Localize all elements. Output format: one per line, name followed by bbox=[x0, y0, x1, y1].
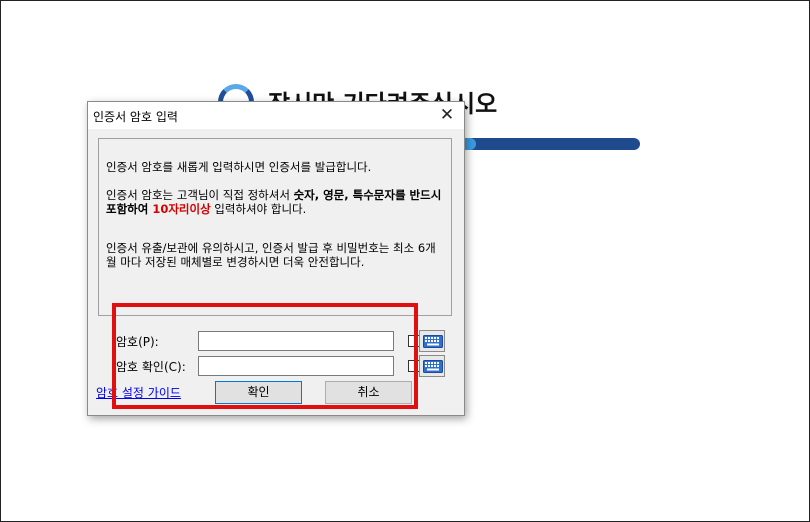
requirements-text-end: 입력하셔야 합니다. bbox=[210, 202, 307, 216]
dialog-titlebar: 인증서 암호 입력 ✕ bbox=[88, 102, 464, 129]
close-button[interactable]: ✕ bbox=[436, 104, 458, 126]
progress-bar bbox=[440, 138, 640, 150]
cancel-button[interactable]: 취소 bbox=[325, 381, 412, 404]
ok-button[interactable]: 확인 bbox=[215, 381, 302, 404]
password-input[interactable] bbox=[198, 331, 394, 351]
requirements-text-intro: 인증서 암호는 고객님이 직접 정하셔서 bbox=[106, 188, 294, 202]
confirm-keyboard-button[interactable] bbox=[419, 355, 445, 377]
password-keyboard-button[interactable] bbox=[419, 330, 445, 352]
confirm-password-input[interactable] bbox=[198, 356, 394, 376]
keyboard-icon bbox=[423, 335, 443, 348]
confirm-password-label: 암호 확인(C): bbox=[116, 360, 186, 374]
password-guide-link[interactable]: 암호 설정 가이드 bbox=[96, 384, 181, 401]
info-text-issue: 인증서 암호를 새롭게 입력하시면 인증서를 발급합니다. bbox=[106, 160, 372, 174]
info-box: 인증서 암호를 새롭게 입력하시면 인증서를 발급합니다. 인증서 암호는 고객… bbox=[98, 138, 452, 316]
dialog-title: 인증서 암호 입력 bbox=[93, 110, 178, 124]
info-text-security: 인증서 유출/보관에 유의하시고, 인증서 발급 후 비밀번호는 최소 6개월 … bbox=[106, 241, 436, 269]
info-text-requirements: 인증서 암호는 고객님이 직접 정하셔서 숫자, 영문, 특수문자를 반드시 포… bbox=[106, 188, 444, 216]
requirements-text-length: 10자리이상 bbox=[152, 202, 211, 216]
keyboard-icon bbox=[423, 360, 443, 373]
password-label: 암호(P): bbox=[116, 335, 159, 349]
certificate-password-dialog: 인증서 암호 입력 ✕ 인증서 암호를 새롭게 입력하시면 인증서를 발급합니다… bbox=[87, 101, 465, 416]
